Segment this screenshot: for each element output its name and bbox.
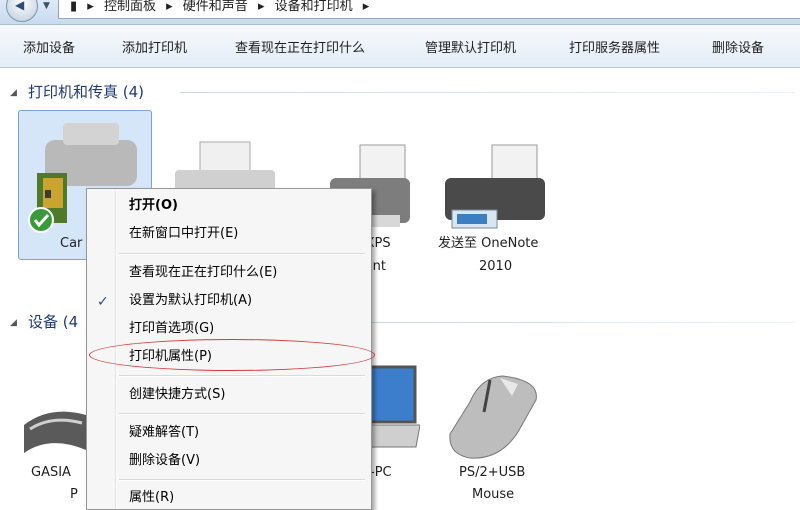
add-device-button[interactable]: 添加设备 [23, 37, 75, 56]
menu-item-remove-device[interactable]: 删除设备(V) [129, 449, 200, 468]
printer-label: Car [60, 236, 83, 251]
device-label-line: GASIA [31, 465, 71, 480]
remove-device-button[interactable]: 删除设备 [712, 37, 764, 56]
breadcrumb-separator: ▸ [87, 0, 94, 14]
breadcrumb-control-panel[interactable]: 控制面板 [104, 0, 156, 14]
address-bar: ◀ ▼ ▮ ▸ 控制面板 ▸ 硬件和声音 ▸ 设备和打印机 ▸ [0, 0, 800, 25]
manage-default-printers-button[interactable]: 管理默认打印机 [425, 37, 516, 56]
menu-separator [119, 413, 365, 415]
onenote-printer-icon [445, 144, 545, 229]
breadcrumb-separator: ▸ [166, 0, 173, 14]
section-header-devices[interactable]: 设备 (4 [28, 311, 78, 332]
command-bar: 添加设备 添加打印机 查看现在正在打印什么 管理默认打印机 打印服务器属性 删除… [0, 25, 800, 68]
menu-separator [119, 479, 365, 481]
history-dropdown-icon[interactable]: ▼ [43, 1, 50, 11]
keyboard-icon [24, 411, 86, 453]
back-arrow-icon: ◀ [15, 0, 25, 12]
menu-item-open-new-window[interactable]: 在新窗口中打开(E) [129, 222, 238, 241]
menu-item-troubleshoot[interactable]: 疑难解答(T) [129, 421, 199, 440]
menu-item-create-shortcut[interactable]: 创建快捷方式(S) [129, 383, 225, 402]
menu-item-printing-preferences[interactable]: 打印首选项(G) [129, 317, 214, 336]
device-label-line: PS/2+USB [459, 465, 526, 480]
laptop-icon [370, 365, 420, 448]
folder-icon: ▮ [70, 0, 78, 14]
device-label-line: Mouse [472, 487, 515, 502]
collapse-printers-icon[interactable]: ◢ [10, 88, 17, 98]
breadcrumb-separator: ▸ [257, 0, 265, 14]
breadcrumb: ▮ ▸ 控制面板 ▸ 硬件和声音 ▸ 设备和打印机 ▸ [70, 0, 375, 14]
device-label-line: -PC [370, 465, 392, 480]
breadcrumb-devices-printers[interactable]: 设备和打印机 [275, 0, 353, 14]
device-label-line: P [70, 487, 78, 502]
mouse-icon [449, 375, 537, 459]
menu-item-see-whats-printing[interactable]: 查看现在正在打印什么(E) [129, 261, 277, 280]
section-header-printers[interactable]: 打印机和传真 (4) [28, 81, 144, 102]
print-server-properties-button[interactable]: 打印服务器属性 [569, 37, 660, 56]
add-printer-button[interactable]: 添加打印机 [122, 37, 187, 56]
menu-item-set-default-printer[interactable]: 设置为默认打印机(A) [129, 289, 252, 308]
collapse-devices-icon[interactable]: ◢ [10, 318, 17, 328]
menu-separator [119, 253, 365, 255]
context-menu: 打开(O) 在新窗口中打开(E) 查看现在正在打印什么(E) ✓ 设置为默认打印… [86, 188, 375, 510]
menu-item-properties[interactable]: 属性(R) [129, 486, 174, 505]
menu-item-open[interactable]: 打开(O) [129, 194, 178, 213]
see-whats-printing-button[interactable]: 查看现在正在打印什么 [235, 37, 365, 56]
printer-label-line: 发送至 OneNote [438, 236, 539, 251]
menu-separator [119, 375, 365, 377]
printer-label-line: 2010 [479, 259, 513, 274]
checkmark-icon: ✓ [97, 294, 109, 310]
section-divider [370, 322, 795, 323]
breadcrumb-hardware-sound[interactable]: 硬件和声音 [183, 0, 248, 14]
menu-item-printer-properties[interactable]: 打印机属性(P) [129, 345, 212, 364]
section-divider [180, 92, 795, 93]
breadcrumb-separator: ▸ [362, 0, 370, 14]
